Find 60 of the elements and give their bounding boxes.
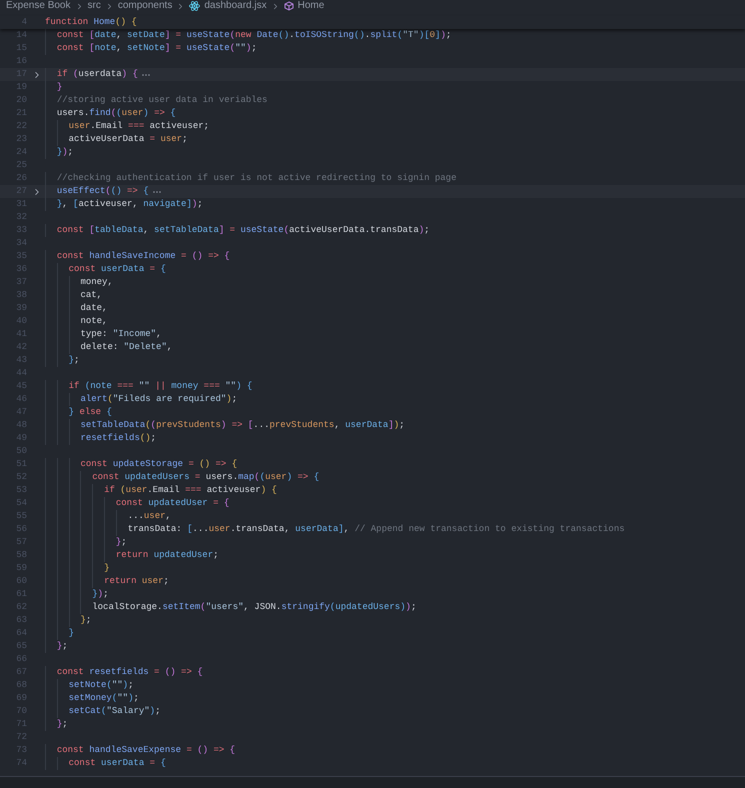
folded-ellipsis-icon[interactable] bbox=[140, 72, 151, 78]
code-text: setCat("Salary"); bbox=[68, 705, 160, 718]
code-text: }; bbox=[116, 536, 127, 549]
code-text: }; bbox=[68, 354, 80, 367]
code-text: ...user, bbox=[128, 510, 171, 523]
code-text: const userData = { bbox=[68, 757, 166, 770]
code-text: transData: [...user.transData, userData], // Append new transaction to existing transactions bbox=[128, 523, 625, 536]
code-text: const userData = { bbox=[68, 263, 166, 276]
code-text: setTableData((prevStudents) => [...prevStudents, userData]); bbox=[80, 419, 405, 432]
code-text: if (userdata) { bbox=[56, 68, 138, 81]
code-text: }, [activeuser, navigate]); bbox=[56, 198, 203, 211]
code-text: useEffect(() => { bbox=[56, 185, 149, 198]
code-text: return updatedUser; bbox=[116, 549, 219, 562]
code-text: user.Email === activeuser; bbox=[68, 120, 210, 133]
code-text: date, bbox=[80, 302, 108, 315]
code-text: activeUserData = user; bbox=[68, 133, 188, 146]
code-text: } else { bbox=[68, 406, 112, 419]
code-text: cat, bbox=[80, 289, 102, 302]
code-text: const updatedUser = { bbox=[116, 497, 230, 510]
code-text: const handleSaveIncome = () => { bbox=[56, 250, 230, 263]
code-text: const handleSaveExpense = () => { bbox=[56, 744, 236, 757]
code-text: const [note, setNote] = useState(""); bbox=[56, 42, 257, 55]
code-text: //checking authentication if user is not active redirecting to signin page bbox=[56, 172, 456, 185]
react-atom-icon bbox=[189, 1, 200, 11]
code-text: if (user.Email === activeuser) { bbox=[104, 484, 277, 497]
code-text: } bbox=[56, 81, 62, 94]
code-text: type: "Income", bbox=[80, 328, 162, 341]
code-text: const updateStorage = () => { bbox=[80, 458, 238, 471]
code-text: const [date, setDate] = useState(new Date().toISOString().split("T")[0]); bbox=[56, 29, 452, 42]
code-text: money, bbox=[80, 276, 113, 289]
breadcrumb-item[interactable]: components bbox=[118, 0, 172, 12]
code-text: } bbox=[68, 627, 74, 640]
code-text: function Home() { bbox=[45, 16, 137, 29]
code-text: setNote(""); bbox=[68, 679, 134, 692]
code-text: }; bbox=[80, 614, 92, 627]
code-text: localStorage.setItem("users", JSON.stringify(updatedUsers)); bbox=[92, 601, 416, 614]
code-text: const [tableData, setTableData] = useState(activeUserData.transData); bbox=[56, 224, 430, 237]
code-text: setMoney(""); bbox=[68, 692, 139, 705]
code-text: }; bbox=[56, 718, 68, 731]
code-text: delete: "Delete", bbox=[80, 341, 172, 354]
code-text: if (note === "" || money === "") { bbox=[68, 380, 252, 393]
code-text: return user; bbox=[104, 575, 169, 588]
code-text: }); bbox=[92, 588, 108, 601]
code-text: const resetfields = () => { bbox=[56, 666, 203, 679]
breadcrumb-item[interactable]: Expense Book bbox=[6, 0, 70, 12]
code-text: users.find((user) => { bbox=[56, 107, 176, 120]
breadcrumb-item[interactable]: Home bbox=[298, 0, 324, 12]
folded-ellipsis-icon[interactable] bbox=[152, 188, 162, 194]
breadcrumb-item[interactable]: src bbox=[88, 0, 101, 12]
code-text: } bbox=[104, 562, 110, 575]
horizontal-scrollbar[interactable] bbox=[0, 776, 745, 788]
code-text: resetfields(); bbox=[80, 432, 156, 445]
code-text: //storing active user data in veriables bbox=[56, 94, 268, 107]
code-text: note, bbox=[80, 315, 108, 328]
code-text: }; bbox=[56, 640, 68, 653]
cube-icon bbox=[284, 1, 294, 11]
code-text: }); bbox=[56, 146, 74, 159]
breadcrumb-item[interactable]: dashboard.jsx bbox=[204, 0, 267, 12]
code-text: alert("Fileds are required"); bbox=[80, 393, 238, 406]
code-text: const updatedUsers = users.map((user) => { bbox=[92, 471, 320, 484]
